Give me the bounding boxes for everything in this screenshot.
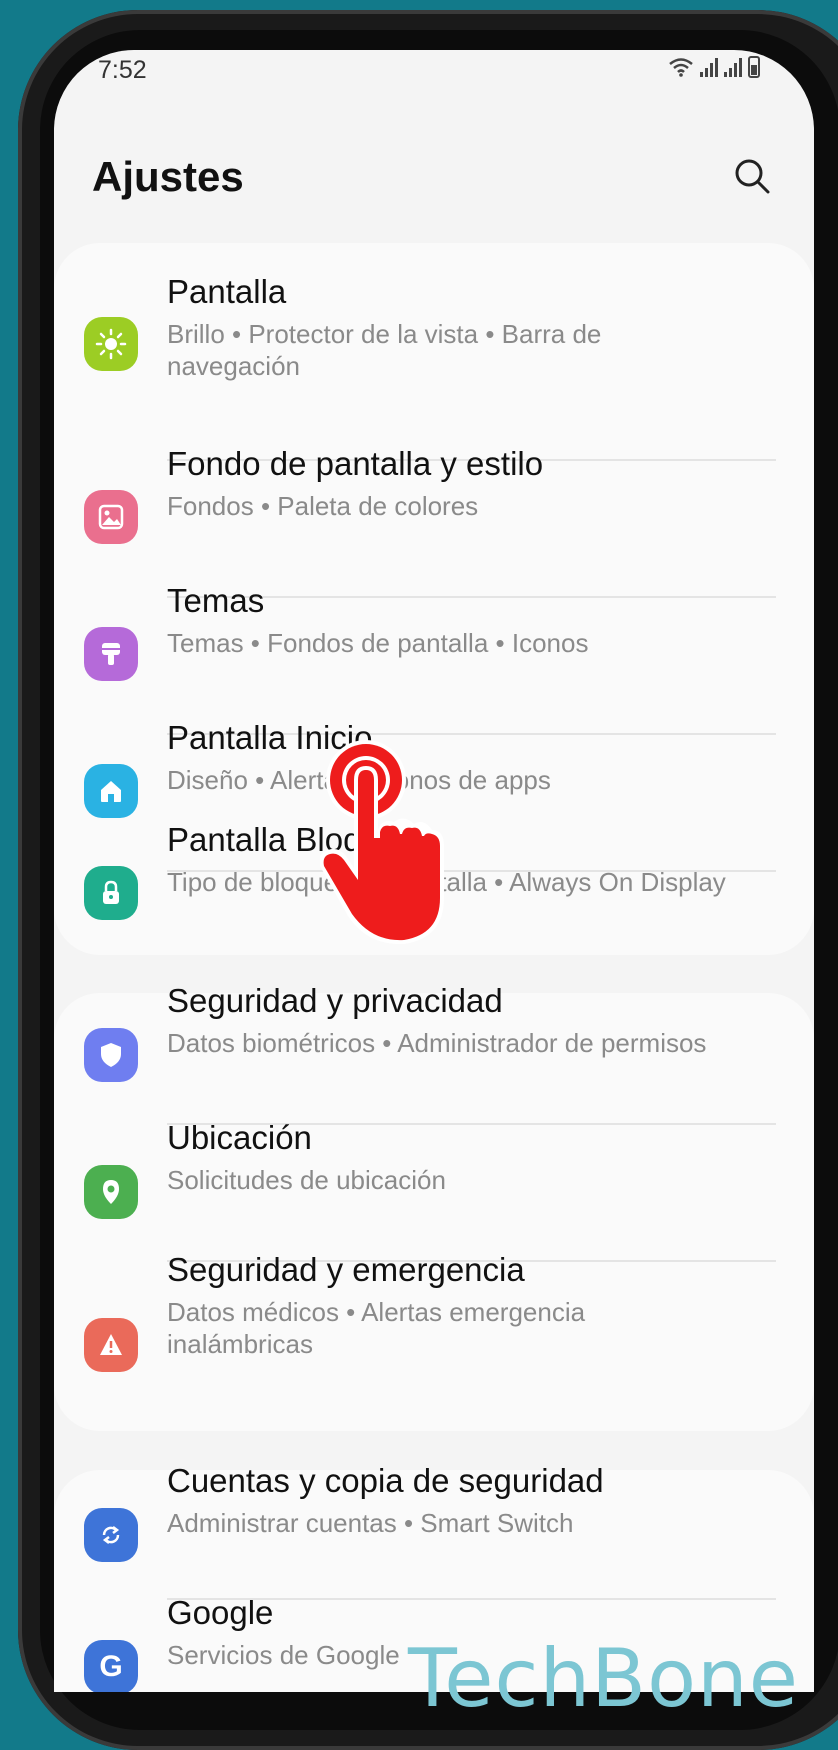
location-pin-icon (84, 1165, 138, 1219)
google-icon: G (84, 1640, 138, 1692)
search-icon[interactable] (732, 156, 772, 196)
alert-icon (84, 1318, 138, 1372)
item-subtitle: Datos biométricos • Administrador de per… (167, 1028, 707, 1058)
status-bar: 7:52 (54, 50, 814, 110)
item-title: Seguridad y privacidad (167, 982, 503, 1019)
item-title: Ubicación (167, 1119, 312, 1156)
lock-icon (84, 866, 138, 920)
brush-icon (84, 627, 138, 681)
sun-icon (84, 317, 138, 371)
status-time: 7:52 (98, 56, 147, 84)
item-title: Google (167, 1594, 274, 1631)
status-icons (668, 56, 760, 78)
signal-icon (724, 57, 742, 77)
item-subtitle: Fondos • Paleta de colores (167, 491, 479, 521)
item-title: Pantalla (167, 273, 287, 310)
item-subtitle: Brillo • Protector de la vista • Barra d… (167, 319, 602, 381)
item-title: Temas (167, 582, 265, 619)
signal-icon (700, 57, 718, 77)
watermark-logo: TechBone (408, 1632, 799, 1725)
home-icon (84, 764, 138, 818)
sync-icon (84, 1508, 138, 1562)
shield-icon (84, 1028, 138, 1082)
battery-icon (748, 56, 760, 78)
item-subtitle: Temas • Fondos de pantalla • Iconos (167, 628, 589, 658)
settings-group-security: Seguridad y privacidad Datos biométricos… (54, 982, 814, 1431)
wifi-icon (669, 58, 693, 77)
item-subtitle: Tipo de bloqueo de pantalla • Always On … (167, 867, 726, 897)
image-icon (84, 490, 138, 544)
item-subtitle: Datos médicos • Alertas emergencia inalá… (167, 1297, 586, 1359)
item-title: Cuentas y copia de seguridad (167, 1462, 604, 1499)
item-title: Seguridad y emergencia (167, 1251, 525, 1288)
tap-hand-icon (320, 740, 444, 945)
page-title: Ajustes (92, 153, 244, 200)
item-title: Fondo de pantalla y estilo (167, 445, 544, 482)
item-subtitle: Solicitudes de ubicación (167, 1165, 446, 1195)
item-subtitle: Administrar cuentas • Smart Switch (167, 1508, 574, 1538)
